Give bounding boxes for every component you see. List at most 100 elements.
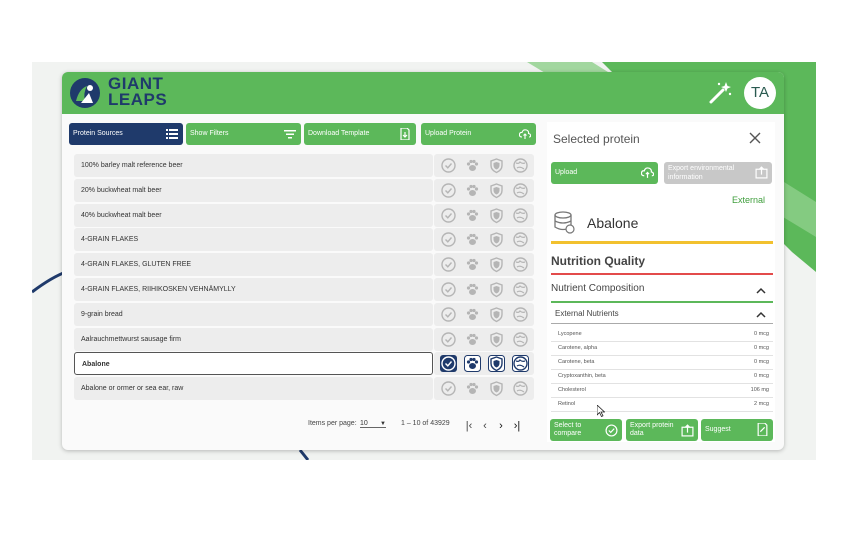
items-per-page-select[interactable]: 10 ▼	[360, 420, 386, 428]
protein-name[interactable]: 4-GRAIN FLAKES, GLUTEN FREE	[74, 253, 433, 277]
shield-icon[interactable]	[488, 157, 505, 174]
shield-icon[interactable]	[488, 281, 505, 298]
paw-icon[interactable]	[464, 182, 481, 199]
logo-line-2: LEAPS	[108, 90, 168, 109]
check-circle-icon[interactable]	[440, 157, 457, 174]
check-circle-icon[interactable]	[440, 380, 457, 397]
protein-name[interactable]: 9-grain bread	[74, 302, 433, 326]
next-page-icon[interactable]: ›	[496, 421, 506, 433]
protein-row[interactable]: 4-GRAIN FLAKES, GLUTEN FREE	[74, 253, 536, 277]
paw-icon[interactable]	[464, 331, 481, 348]
external-nutrients-toggle[interactable]: External Nutrients	[555, 309, 619, 318]
globe-icon[interactable]	[512, 231, 529, 248]
protein-name[interactable]: 40% buckwheat malt beer	[74, 203, 433, 227]
previous-page-icon[interactable]: ‹	[480, 421, 490, 433]
filter-icon	[284, 130, 296, 139]
protein-name[interactable]: 20% buckwheat malt beer	[74, 178, 433, 202]
paw-icon[interactable]	[464, 355, 481, 373]
nutrient-name: Carotene, alpha	[558, 345, 598, 351]
first-page-icon[interactable]: |‹	[464, 421, 474, 433]
protein-row-actions	[434, 302, 534, 326]
check-circle-icon[interactable]	[440, 331, 457, 348]
protein-name[interactable]: 4-GRAIN FLAKES, RIIHIKOSKEN VEHNÄMYLLY	[74, 278, 433, 301]
paw-icon[interactable]	[464, 256, 481, 273]
shield-icon[interactable]	[488, 231, 505, 248]
check-circle-icon[interactable]	[440, 355, 457, 373]
paw-icon[interactable]	[464, 231, 481, 248]
globe-icon[interactable]	[512, 157, 529, 174]
check-circle-icon[interactable]	[440, 207, 457, 224]
check-circle-icon[interactable]	[440, 231, 457, 248]
protein-row[interactable]: 9-grain bread	[74, 302, 536, 326]
protein-row[interactable]: 4-GRAIN FLAKES, RIIHIKOSKEN VEHNÄMYLLY	[74, 278, 536, 301]
shield-icon[interactable]	[488, 207, 505, 224]
nutrient-name: Cryptoxanthin, beta	[558, 373, 606, 379]
shield-icon[interactable]	[488, 355, 505, 373]
globe-icon[interactable]	[512, 281, 529, 298]
app-window: GIANT LEAPS TA Protein Sources Show Filt…	[62, 72, 784, 450]
database-icon	[554, 211, 575, 234]
protein-row[interactable]: 40% buckwheat malt beer	[74, 203, 536, 227]
globe-icon[interactable]	[512, 380, 529, 397]
shield-icon[interactable]	[488, 331, 505, 348]
upload-label: Upload	[555, 169, 578, 176]
globe-icon[interactable]	[512, 182, 529, 199]
show-filters-button[interactable]: Show Filters	[186, 123, 301, 145]
cloud-upload-icon	[641, 167, 654, 178]
download-template-button[interactable]: Download Template	[304, 123, 416, 145]
protein-row[interactable]: Abalone or ormer or sea ear, raw	[74, 377, 536, 401]
chevron-up-icon[interactable]	[756, 311, 766, 319]
protein-name[interactable]: Aalrauchmettwurst sausage firm	[74, 327, 433, 351]
protein-name[interactable]: 4-GRAIN FLAKES	[74, 228, 433, 252]
upload-button[interactable]: Upload	[551, 162, 658, 184]
globe-icon[interactable]	[512, 331, 529, 348]
globe-icon[interactable]	[512, 355, 529, 373]
chevron-up-icon[interactable]	[756, 287, 766, 295]
close-icon[interactable]	[747, 130, 763, 146]
protein-row[interactable]: 4-GRAIN FLAKES	[74, 228, 536, 252]
nutrient-composition-toggle[interactable]: Nutrient Composition	[551, 283, 644, 294]
check-circle-icon[interactable]	[440, 256, 457, 273]
upload-protein-button[interactable]: Upload Protein	[421, 123, 536, 145]
paw-icon[interactable]	[464, 207, 481, 224]
check-circle-icon[interactable]	[440, 306, 457, 323]
shield-icon[interactable]	[488, 380, 505, 397]
paw-icon[interactable]	[464, 306, 481, 323]
export-protein-data-button[interactable]: Export protein data	[626, 419, 698, 441]
shield-icon[interactable]	[488, 256, 505, 273]
shield-icon[interactable]	[488, 182, 505, 199]
protein-name[interactable]: 100% barley malt reference beer	[74, 154, 433, 177]
last-page-icon[interactable]: ›|	[512, 421, 522, 433]
check-circle-icon[interactable]	[440, 182, 457, 199]
check-circle-icon[interactable]	[440, 281, 457, 298]
select-to-compare-button[interactable]: Select to compare	[550, 419, 622, 441]
protein-row[interactable]: Abalone	[74, 352, 536, 376]
app-logo-text: GIANT LEAPS	[108, 75, 168, 109]
paw-icon[interactable]	[464, 380, 481, 397]
protein-name[interactable]: Abalone or ormer or sea ear, raw	[74, 377, 433, 401]
protein-row-actions	[434, 327, 534, 351]
selected-protein-name: Abalone	[587, 215, 639, 231]
paw-icon[interactable]	[464, 281, 481, 298]
nutrient-value: 0 mcg	[754, 373, 769, 379]
protein-row[interactable]: 100% barley malt reference beer	[74, 154, 536, 177]
mouse-cursor-icon	[597, 405, 605, 417]
select-to-compare-label: Select to compare	[554, 422, 582, 437]
protein-row[interactable]: 20% buckwheat malt beer	[74, 178, 536, 202]
suggest-label: Suggest	[705, 426, 731, 433]
paw-icon[interactable]	[464, 157, 481, 174]
protein-name[interactable]: Abalone	[74, 352, 433, 376]
protein-sources-button[interactable]: Protein Sources	[69, 123, 183, 145]
user-avatar[interactable]: TA	[744, 77, 776, 109]
protein-sources-label: Protein Sources	[73, 130, 123, 137]
magic-wand-icon[interactable]	[707, 80, 733, 106]
protein-row[interactable]: Aalrauchmettwurst sausage firm	[74, 327, 536, 351]
suggest-button[interactable]: Suggest	[701, 419, 773, 441]
protein-row-actions	[434, 352, 534, 376]
shield-icon[interactable]	[488, 306, 505, 323]
export-environmental-button[interactable]: Export environmental information	[664, 162, 772, 184]
globe-icon[interactable]	[512, 256, 529, 273]
globe-icon[interactable]	[512, 207, 529, 224]
globe-icon[interactable]	[512, 306, 529, 323]
cloud-upload-icon	[519, 129, 531, 139]
